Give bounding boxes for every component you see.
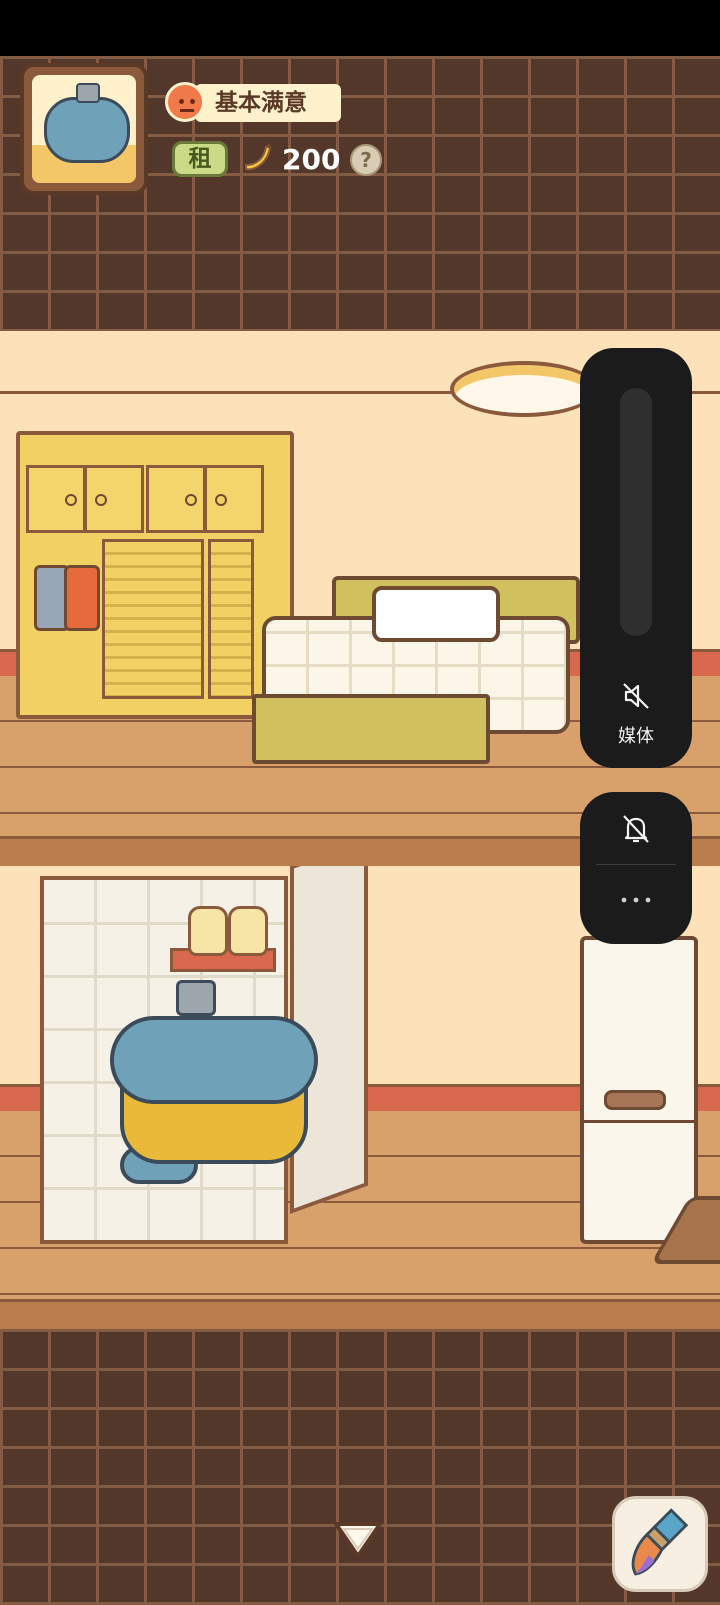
status-bar — [0, 0, 720, 56]
wardrobe-door — [146, 465, 206, 533]
camera-hat — [176, 980, 216, 1016]
bed[interactable] — [252, 576, 580, 776]
refrigerator[interactable] — [580, 936, 698, 1244]
wardrobe-door — [84, 465, 144, 533]
avatar-character — [44, 97, 130, 163]
triangle-down-icon[interactable] — [330, 1518, 386, 1562]
wardrobe-drawer — [102, 539, 204, 699]
rent-badge[interactable]: 租 — [172, 141, 228, 177]
decorate-button[interactable] — [612, 1496, 708, 1592]
wardrobe-door — [26, 465, 86, 533]
floor-edge — [0, 1299, 720, 1329]
character-head — [110, 1016, 318, 1104]
ringer-panel[interactable] — [580, 792, 692, 944]
ceiling-light — [450, 361, 598, 417]
panel-divider — [596, 864, 676, 865]
help-button[interactable]: ? — [350, 144, 382, 176]
fridge-handle — [604, 1090, 666, 1110]
satisfaction-status[interactable]: 基本满意 — [165, 82, 341, 124]
knob — [95, 494, 107, 506]
speaker-muted-icon[interactable] — [620, 680, 652, 712]
avatar-camera — [76, 83, 100, 103]
banana-icon — [245, 143, 273, 171]
paint-brush-icon — [631, 1508, 689, 1576]
banana-count: 200 — [282, 143, 341, 176]
volume-slider[interactable] — [620, 388, 652, 636]
spray-bottle — [188, 906, 228, 956]
neutral-face-icon — [165, 82, 205, 122]
shirt — [64, 565, 100, 631]
media-label: 媒体 — [618, 726, 654, 747]
knob — [185, 494, 197, 506]
fridge-seam — [584, 1120, 694, 1123]
more-icon[interactable] — [616, 892, 656, 908]
volume-panel[interactable]: 媒体 — [580, 348, 692, 768]
avatar-portrait — [32, 75, 136, 183]
bell-muted-icon[interactable] — [620, 812, 652, 846]
tenant-avatar[interactable] — [20, 63, 148, 195]
satisfaction-label: 基本满意 — [195, 84, 341, 122]
spray-bottle — [228, 906, 268, 956]
bed-pillow — [372, 586, 500, 642]
wardrobe-drawer — [208, 539, 254, 699]
knob — [65, 494, 77, 506]
knob — [215, 494, 227, 506]
tenant-character[interactable] — [110, 980, 318, 1206]
bed-footboard — [252, 694, 490, 764]
wardrobe-door — [204, 465, 264, 533]
